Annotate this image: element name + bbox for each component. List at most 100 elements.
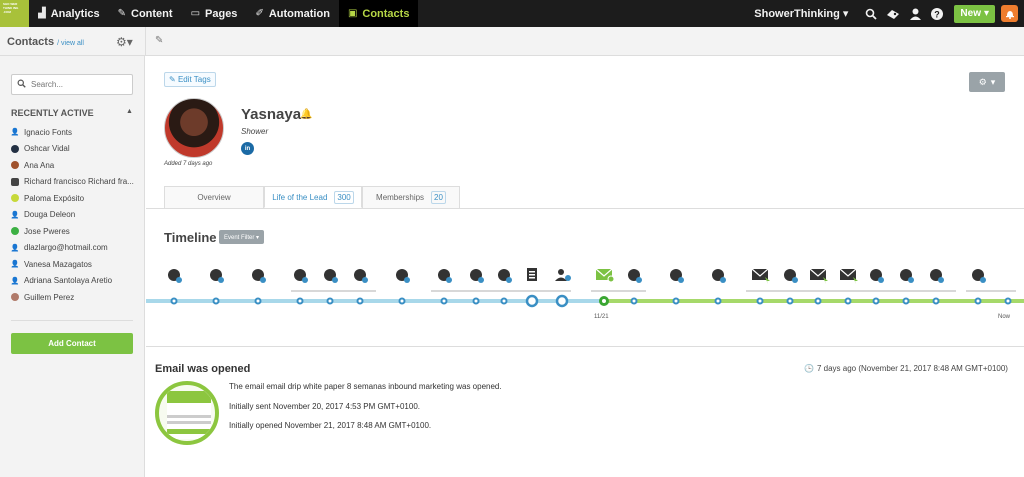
view-all-link[interactable]: / view all (57, 40, 84, 47)
gear-icon: ⚙ (978, 76, 987, 87)
list-item[interactable]: 👤 Adriana Santolaya Aretio (11, 273, 141, 290)
avatar (11, 293, 19, 302)
chevron-down-icon: ▾ (990, 76, 996, 87)
profile-tabs: Overview Life of the Lead 300 Membership… (164, 186, 460, 208)
contact-name: Jose Pweres (24, 226, 70, 236)
svg-text:?: ? (935, 9, 941, 19)
globe-icon (712, 269, 726, 283)
tab-memberships[interactable]: Memberships 20 (362, 186, 460, 208)
avatar (164, 98, 224, 158)
pages-icon: ▭ (190, 8, 201, 19)
globe-icon (870, 269, 884, 283)
contact-detail: ✎ Edit Tags ⚙ ▾ Added 7 days ago Yasnaya… (146, 56, 1024, 477)
add-contact-button[interactable]: Add Contact (11, 333, 133, 354)
marketplace-icon[interactable] (882, 0, 904, 27)
secondary-toolbar: Contacts / view all ⚙▾ ✎ (0, 27, 1024, 56)
contact-name: Adriana Santolaya Aretio (24, 276, 113, 286)
timeline[interactable] (146, 261, 1024, 321)
divider (146, 208, 1024, 209)
globe-icon (396, 269, 410, 283)
chevron-down-icon: ▾ (983, 8, 989, 19)
event-time-text: 7 days ago (November 21, 2017 8:48 AM GM… (816, 364, 1008, 373)
globe-icon (470, 269, 484, 283)
list-item[interactable]: Ana Ana (11, 157, 141, 174)
tab-overview[interactable]: Overview (164, 186, 264, 208)
user-icon: 👤 (11, 211, 20, 219)
user-sync-icon (555, 269, 571, 281)
globe-icon (972, 269, 986, 283)
nav-analytics-label: Analytics (50, 7, 100, 20)
list-item[interactable]: 👤 dlazlargo@hotmail.com (11, 240, 141, 257)
analytics-icon: ▟ (38, 8, 46, 19)
settings-dropdown-button[interactable]: ⚙ ▾ (969, 72, 1005, 92)
contact-name: Ana Ana (24, 160, 55, 170)
user-icon: 👤 (11, 261, 20, 269)
linkedin-icon[interactable]: in (241, 142, 254, 155)
nav-content[interactable]: ✎ Content (109, 0, 182, 27)
user-icon: 👤 (11, 244, 20, 252)
added-date: Added 7 days ago (164, 161, 213, 167)
avatar (11, 194, 19, 203)
globe-icon (210, 269, 224, 283)
list-item[interactable]: 👤 Douga Deleon (11, 207, 141, 224)
nav-contacts[interactable]: ▣ Contacts (338, 0, 419, 27)
notifications-icon[interactable] (1001, 5, 1018, 22)
event-opened-date: Initially opened November 21, 2017 8:48 … (229, 421, 432, 430)
company-name: Shower (241, 127, 269, 136)
contact-name: Guillem Perez (24, 292, 75, 302)
new-button-label: New (960, 8, 981, 19)
globe-icon (930, 269, 944, 283)
gear-icon[interactable]: ⚙▾ (116, 35, 133, 49)
edit-tags-label: Edit Tags (177, 75, 211, 84)
user-icon: 👤 (11, 129, 20, 137)
nav-contacts-label: Contacts (362, 7, 410, 20)
collapse-caret-icon[interactable]: ▲ (126, 108, 133, 115)
avatar (11, 227, 19, 236)
list-item[interactable]: Oshcar Vidal (11, 141, 141, 158)
contacts-header: Contacts / view all (7, 36, 84, 48)
search-box[interactable] (11, 74, 133, 95)
search-icon[interactable] (860, 0, 882, 27)
event-filter-button[interactable]: Event Filter ▾ (219, 230, 265, 244)
divider (145, 27, 146, 56)
tab-label: Memberships (376, 193, 425, 202)
contact-name: Oshcar Vidal (24, 144, 70, 154)
edit-tags-button[interactable]: ✎ Edit Tags (164, 72, 216, 87)
nav-right: ShowerThinking ▾ ? New ▾ (754, 0, 1024, 27)
list-item[interactable]: 👤 Ignacio Fonts (11, 124, 141, 141)
email-thumbnail[interactable] (155, 381, 219, 445)
new-button[interactable]: New ▾ (954, 4, 995, 23)
list-item[interactable]: Paloma Expósito (11, 190, 141, 207)
list-item[interactable]: Jose Pweres (11, 223, 141, 240)
recently-active-title: RECENTLY ACTIVE (11, 108, 94, 118)
divider (146, 346, 1024, 347)
logo[interactable]: SHO WER THINK ING .COM (0, 0, 29, 27)
event-title: Email was opened (155, 363, 251, 375)
bell-icon[interactable]: 🔔 (300, 109, 312, 120)
account-menu[interactable]: ShowerThinking ▾ (754, 7, 848, 20)
globe-icon (168, 269, 182, 283)
globe-icon (784, 269, 798, 283)
list-item[interactable]: 👤 Vanesa Mazagatos (11, 256, 141, 273)
globe-icon (438, 269, 452, 283)
list-item[interactable]: Guillem Perez (11, 289, 141, 306)
tab-life-of-the-lead[interactable]: Life of the Lead 300 (264, 186, 362, 208)
list-item[interactable]: Richard francisco Richard fra... (11, 174, 141, 191)
nav-automation[interactable]: ✐ Automation (246, 0, 339, 27)
timeline-date-label: 11/21 (594, 314, 609, 320)
tab-label: Life of the Lead (272, 192, 328, 202)
email-click-icon (839, 268, 858, 284)
timeline-title: Timeline (164, 230, 217, 245)
help-icon[interactable]: ? (926, 0, 948, 27)
avatar (11, 144, 19, 153)
pin-icon[interactable]: ✎ (155, 35, 163, 46)
nav-analytics[interactable]: ▟ Analytics (29, 0, 109, 27)
contact-name: Vanesa Mazagatos (24, 259, 92, 269)
tab-count: 300 (334, 190, 354, 204)
nav-pages[interactable]: ▭ Pages (182, 0, 247, 27)
timeline-selected-dot (599, 296, 609, 306)
avatar (11, 177, 19, 186)
recent-contacts-list: 👤 Ignacio Fonts Oshcar Vidal Ana Ana Rich… (11, 124, 141, 306)
search-input[interactable] (31, 80, 126, 89)
user-icon[interactable] (904, 0, 926, 27)
